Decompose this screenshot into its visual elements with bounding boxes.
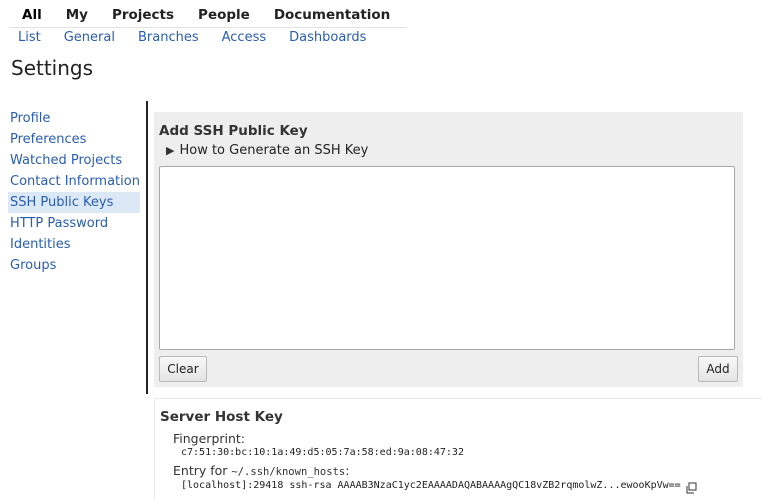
- how-to-generate-toggle[interactable]: ▶ How to Generate an SSH Key: [166, 143, 368, 158]
- settings-sidebar: Profile Preferences Watched Projects Con…: [8, 108, 140, 276]
- ssh-key-input[interactable]: [159, 166, 735, 350]
- copy-icon[interactable]: [685, 481, 699, 495]
- disclosure-triangle-icon: ▶: [166, 144, 175, 157]
- known-hosts-path: ~/.ssh/known_hosts: [231, 466, 346, 478]
- known-hosts-entry: [localhost]:29418 ssh-rsa AAAAB3NzaC1yc2…: [181, 480, 681, 491]
- top-menu-all[interactable]: All: [22, 7, 42, 23]
- fingerprint-value: c7:51:30:bc:10:1a:49:d5:05:7a:58:ed:9a:0…: [181, 447, 464, 458]
- top-menu-projects[interactable]: Projects: [112, 7, 174, 23]
- top-menu-my[interactable]: My: [66, 7, 88, 23]
- fingerprint-label: Fingerprint:: [173, 431, 246, 446]
- known-hosts-label: Entry for ~/.ssh/known_hosts:: [173, 463, 349, 478]
- add-ssh-key-title: Add SSH Public Key: [159, 123, 308, 139]
- sub-menu-dashboards[interactable]: Dashboards: [289, 30, 366, 45]
- how-to-generate-label: How to Generate an SSH Key: [179, 143, 369, 158]
- sidebar-item-ssh-public-keys[interactable]: SSH Public Keys: [8, 192, 140, 213]
- sidebar-item-groups[interactable]: Groups: [8, 255, 140, 276]
- add-ssh-key-panel: Add SSH Public Key ▶ How to Generate an …: [154, 112, 743, 387]
- top-menu: All My Projects People Documentation: [10, 3, 406, 28]
- server-host-key-title: Server Host Key: [160, 409, 283, 425]
- entry-for-text: Entry for: [173, 463, 228, 478]
- sidebar-divider: [146, 101, 148, 394]
- sub-menu-list[interactable]: List: [18, 30, 41, 45]
- sub-menu-general[interactable]: General: [64, 30, 115, 45]
- sidebar-item-contact-information[interactable]: Contact Information: [8, 171, 140, 192]
- top-menu-people[interactable]: People: [198, 7, 250, 23]
- sub-menu: List General Branches Access Dashboards: [18, 28, 389, 46]
- sidebar-item-http-password[interactable]: HTTP Password: [8, 213, 140, 234]
- sidebar-item-preferences[interactable]: Preferences: [8, 129, 140, 150]
- page-title: Settings: [11, 56, 94, 80]
- sidebar-item-watched-projects[interactable]: Watched Projects: [8, 150, 140, 171]
- entry-colon: :: [345, 463, 350, 478]
- clear-button[interactable]: Clear: [159, 356, 207, 382]
- sub-menu-branches[interactable]: Branches: [138, 30, 199, 45]
- server-host-key-section: Server Host Key Fingerprint: c7:51:30:bc…: [154, 398, 762, 499]
- top-menu-documentation[interactable]: Documentation: [274, 7, 390, 23]
- add-button[interactable]: Add: [698, 356, 738, 382]
- sub-menu-access[interactable]: Access: [222, 30, 267, 45]
- sidebar-item-profile[interactable]: Profile: [8, 108, 140, 129]
- sidebar-item-identities[interactable]: Identities: [8, 234, 140, 255]
